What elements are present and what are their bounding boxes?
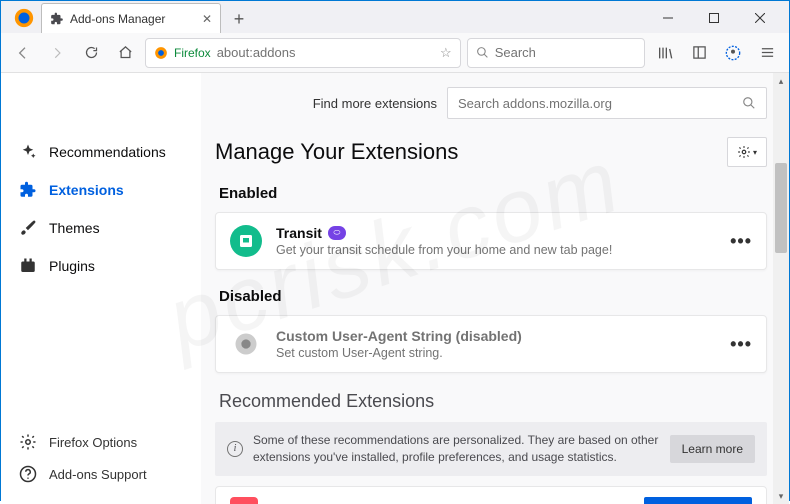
tools-menu-button[interactable]: ▾ xyxy=(727,137,767,167)
search-placeholder: Search xyxy=(495,45,536,60)
sidebar-item-label: Plugins xyxy=(49,258,95,274)
sidebar-item-label: Recommendations xyxy=(49,144,166,160)
heading-row: Manage Your Extensions ▾ xyxy=(215,137,767,167)
profile-button[interactable] xyxy=(719,39,747,67)
extension-meta: Transit ⬭ Get your transit schedule from… xyxy=(276,225,716,257)
find-more-row: Find more extensions Search addons.mozil… xyxy=(215,87,767,119)
extension-card-custom-ua[interactable]: Custom User-Agent String (disabled) Set … xyxy=(215,315,767,373)
learn-more-button[interactable]: Learn more xyxy=(670,435,755,463)
sidebar-item-plugins[interactable]: Plugins xyxy=(1,247,201,285)
sidebar-item-label: Add-ons Support xyxy=(49,467,147,482)
sidebar-item-recommendations[interactable]: Recommendations xyxy=(1,133,201,171)
brush-icon xyxy=(19,219,37,237)
firefox-identity-icon xyxy=(154,46,168,60)
sidebar-item-label: Extensions xyxy=(49,182,124,198)
extension-description: Get your transit schedule from your home… xyxy=(276,243,716,257)
chevron-down-icon: ▾ xyxy=(753,148,757,157)
maximize-button[interactable] xyxy=(691,3,737,33)
sidebar-item-firefox-options[interactable]: Firefox Options xyxy=(1,426,201,458)
search-addons-input[interactable]: Search addons.mozilla.org xyxy=(447,87,767,119)
close-tab-icon[interactable]: ✕ xyxy=(202,12,212,26)
tab-addons-manager[interactable]: Add-ons Manager ✕ xyxy=(41,3,221,33)
search-icon xyxy=(476,46,489,59)
section-heading-enabled: Enabled xyxy=(219,185,763,202)
extension-icon: |||| xyxy=(230,497,258,504)
plugin-icon xyxy=(19,257,37,275)
extension-meta: Custom User-Agent String (disabled) Set … xyxy=(276,328,716,360)
gear-icon xyxy=(19,433,37,451)
extension-card-transit[interactable]: Transit ⬭ Get your transit schedule from… xyxy=(215,212,767,270)
url-bar[interactable]: Firefox about:addons ☆ xyxy=(145,38,461,68)
sidebar-item-addons-support[interactable]: Add-ons Support xyxy=(1,458,201,490)
app-menu-button[interactable] xyxy=(753,39,781,67)
tab-strip: Add-ons Manager ✕ + xyxy=(1,1,789,33)
extension-name: Custom User-Agent String (disabled) xyxy=(276,328,716,344)
scroll-thumb[interactable] xyxy=(775,163,787,253)
find-more-label: Find more extensions xyxy=(313,96,437,111)
puzzle-icon xyxy=(50,12,64,26)
url-text: about:addons xyxy=(217,45,434,60)
nav-toolbar: Firefox about:addons ☆ Search xyxy=(1,33,789,73)
identity-label: Firefox xyxy=(174,46,211,60)
content-area: Recommendations Extensions Themes Plugin… xyxy=(1,73,789,504)
notice-text: Some of these recommendations are person… xyxy=(253,432,660,466)
home-button[interactable] xyxy=(111,39,139,67)
close-window-button[interactable] xyxy=(737,3,783,33)
back-button[interactable] xyxy=(9,39,37,67)
search-bar[interactable]: Search xyxy=(467,38,645,68)
extension-icon xyxy=(230,328,262,360)
scroll-up-icon[interactable]: ▴ xyxy=(773,73,789,89)
sidebar-item-label: Firefox Options xyxy=(49,435,137,450)
window-controls xyxy=(645,3,783,33)
main-panel: Find more extensions Search addons.mozil… xyxy=(201,73,789,504)
add-to-firefox-button[interactable]: + Add to Firefox xyxy=(644,497,752,504)
section-heading-disabled: Disabled xyxy=(219,288,763,305)
reload-button[interactable] xyxy=(77,39,105,67)
gear-icon xyxy=(737,145,751,159)
sidebar-item-themes[interactable]: Themes xyxy=(1,209,201,247)
sidebar-item-extensions[interactable]: Extensions xyxy=(1,171,201,209)
extension-name: Transit xyxy=(276,225,322,241)
sidebar-footer: Firefox Options Add-ons Support xyxy=(1,426,201,504)
recommended-badge-icon: ⬭ xyxy=(328,226,346,240)
section-heading-recommended: Recommended Extensions xyxy=(219,391,763,412)
new-tab-button[interactable]: + xyxy=(225,5,253,33)
extension-more-button[interactable]: ••• xyxy=(730,231,752,252)
search-icon xyxy=(742,96,756,110)
recommended-card-facebook-container[interactable]: |||| Facebook Container + Add to Firefox xyxy=(215,486,767,504)
addons-sidebar: Recommendations Extensions Themes Plugin… xyxy=(1,73,201,504)
bookmark-star-icon[interactable]: ☆ xyxy=(440,45,452,61)
recommendation-notice: i Some of these recommendations are pers… xyxy=(215,422,767,476)
library-button[interactable] xyxy=(651,39,679,67)
extension-description: Set custom User-Agent string. xyxy=(276,346,716,360)
search-addons-placeholder: Search addons.mozilla.org xyxy=(458,96,612,111)
tab-label: Add-ons Manager xyxy=(70,12,165,26)
minimize-button[interactable] xyxy=(645,3,691,33)
extension-more-button[interactable]: ••• xyxy=(730,334,752,355)
page-title: Manage Your Extensions xyxy=(215,139,458,165)
forward-button[interactable] xyxy=(43,39,71,67)
sparkle-icon xyxy=(19,143,37,161)
info-icon: i xyxy=(227,441,243,457)
scroll-down-icon[interactable]: ▾ xyxy=(773,488,789,504)
sidebar-item-label: Themes xyxy=(49,220,100,236)
puzzle-icon xyxy=(19,181,37,199)
firefox-logo-icon xyxy=(13,7,35,29)
scrollbar[interactable]: ▴ ▾ xyxy=(773,73,789,504)
extension-icon xyxy=(230,225,262,257)
sidebar-toggle-button[interactable] xyxy=(685,39,713,67)
help-icon xyxy=(19,465,37,483)
